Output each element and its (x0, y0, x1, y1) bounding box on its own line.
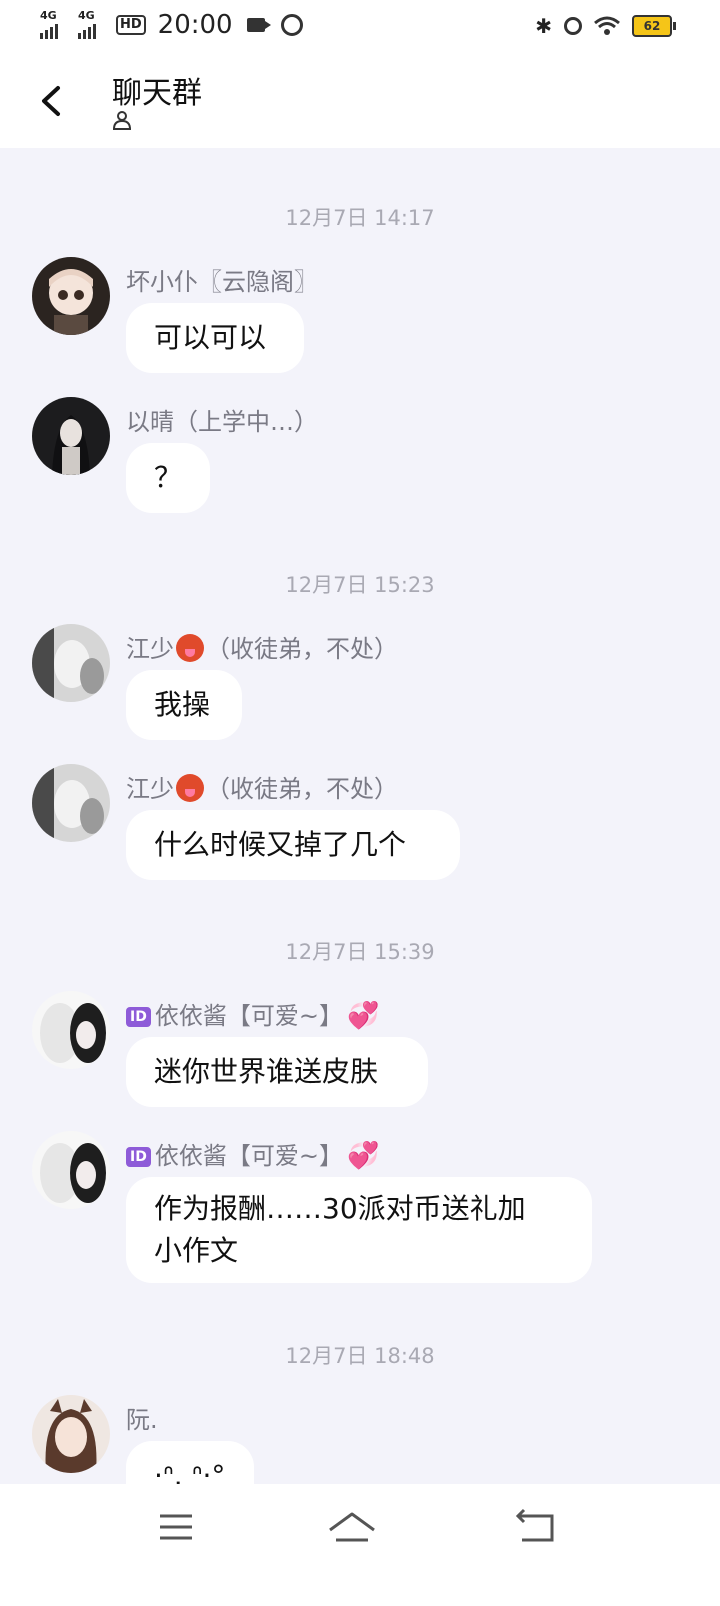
avatar[interactable] (32, 397, 110, 475)
avatar[interactable] (32, 1395, 110, 1473)
signal-icon: 4G (40, 9, 70, 39)
sender-name: ID 依依酱【可爱~】 💞 (126, 1136, 379, 1171)
sender-name-part: 江少 (126, 635, 174, 663)
sender-name-part: 江少 (126, 775, 174, 803)
message-bubble[interactable]: 迷你世界谁送皮肤 (126, 1037, 428, 1107)
back-icon[interactable] (506, 1506, 566, 1550)
message-text: ？ (154, 461, 183, 494)
avatar[interactable] (32, 764, 110, 842)
sender-name-part: （收徒弟，不处） (206, 635, 398, 663)
message-bubble[interactable]: ？ (126, 443, 210, 513)
timestamp: 12月7日 15:39 (285, 940, 435, 964)
system-nav-bar (0, 1484, 720, 1606)
home-icon[interactable] (322, 1506, 382, 1550)
alarm-icon (564, 17, 582, 35)
status-right: ✱ 62 (535, 14, 676, 38)
message-text: 迷你世界谁送皮肤 (154, 1055, 379, 1088)
sender-name: 坏小仆〖云隐阁〗 (126, 268, 318, 296)
sender-name: ID 依依酱【可爱~】 💞 (126, 996, 379, 1031)
message-text-line: 小作文 (154, 1234, 239, 1267)
signal-label: 4G (78, 9, 95, 22)
message-text-line: 作为报酬……30派对币送礼加 (154, 1192, 526, 1225)
message-bubble[interactable]: 什么时候又掉了几个 (126, 810, 460, 880)
menu-icon[interactable] (148, 1506, 208, 1550)
page-title: 聊天群 (112, 76, 202, 111)
back-chevron-icon[interactable] (36, 84, 70, 118)
avatar[interactable] (32, 991, 110, 1069)
sender-name: 江少 （收徒弟，不处） (126, 629, 398, 664)
hot-face-emoji-icon (176, 634, 204, 662)
timestamp: 12月7日 15:23 (285, 573, 435, 597)
signal-label: 4G (40, 9, 57, 22)
timestamp: 12月7日 18:48 (285, 1344, 435, 1368)
hot-face-emoji-icon (176, 774, 204, 802)
avatar[interactable] (32, 257, 110, 335)
person-icon[interactable] (112, 110, 132, 130)
wifi-icon (594, 16, 620, 35)
message-text: 我操 (154, 688, 211, 721)
timestamp: 12月7日 14:17 (285, 206, 435, 230)
bluetooth-icon: ✱ (535, 14, 552, 38)
hearts-emoji-icon: 💞 (346, 1141, 380, 1171)
battery-icon: 62 (632, 15, 676, 37)
signal-icon: 4G (78, 9, 108, 39)
status-time: 20:00 (157, 10, 233, 40)
sender-name: 阮. (126, 1406, 158, 1434)
avatar[interactable] (32, 1131, 110, 1209)
avatar[interactable] (32, 624, 110, 702)
chat-header: 聊天群 (0, 56, 720, 148)
app-icon (280, 14, 303, 36)
id-badge-icon: ID (126, 1007, 151, 1027)
message-bubble[interactable]: 我操 (126, 670, 242, 740)
status-bar: 4G 4G HD 20:00 ✱ 62 (0, 0, 720, 56)
sender-name-part: （收徒弟，不处） (206, 775, 398, 803)
message-text: 可以可以 (154, 321, 267, 354)
status-left: 4G 4G HD 20:00 (40, 9, 303, 40)
sender-name: 江少 （收徒弟，不处） (126, 769, 398, 804)
sender-name-part: 依依酱【可爱~】 (154, 1002, 343, 1030)
message-bubble[interactable]: 作为报酬……30派对币送礼加 小作文 (126, 1177, 592, 1283)
video-icon (246, 18, 271, 32)
hd-icon: HD (116, 15, 146, 35)
message-text: 什么时候又掉了几个 (154, 828, 407, 861)
hearts-emoji-icon: 💞 (346, 1001, 380, 1031)
sender-name: 以晴（上学中…） (126, 408, 318, 436)
message-bubble[interactable]: 可以可以 (126, 303, 304, 373)
sender-name-part: 依依酱【可爱~】 (154, 1142, 343, 1170)
id-badge-icon: ID (126, 1147, 151, 1167)
